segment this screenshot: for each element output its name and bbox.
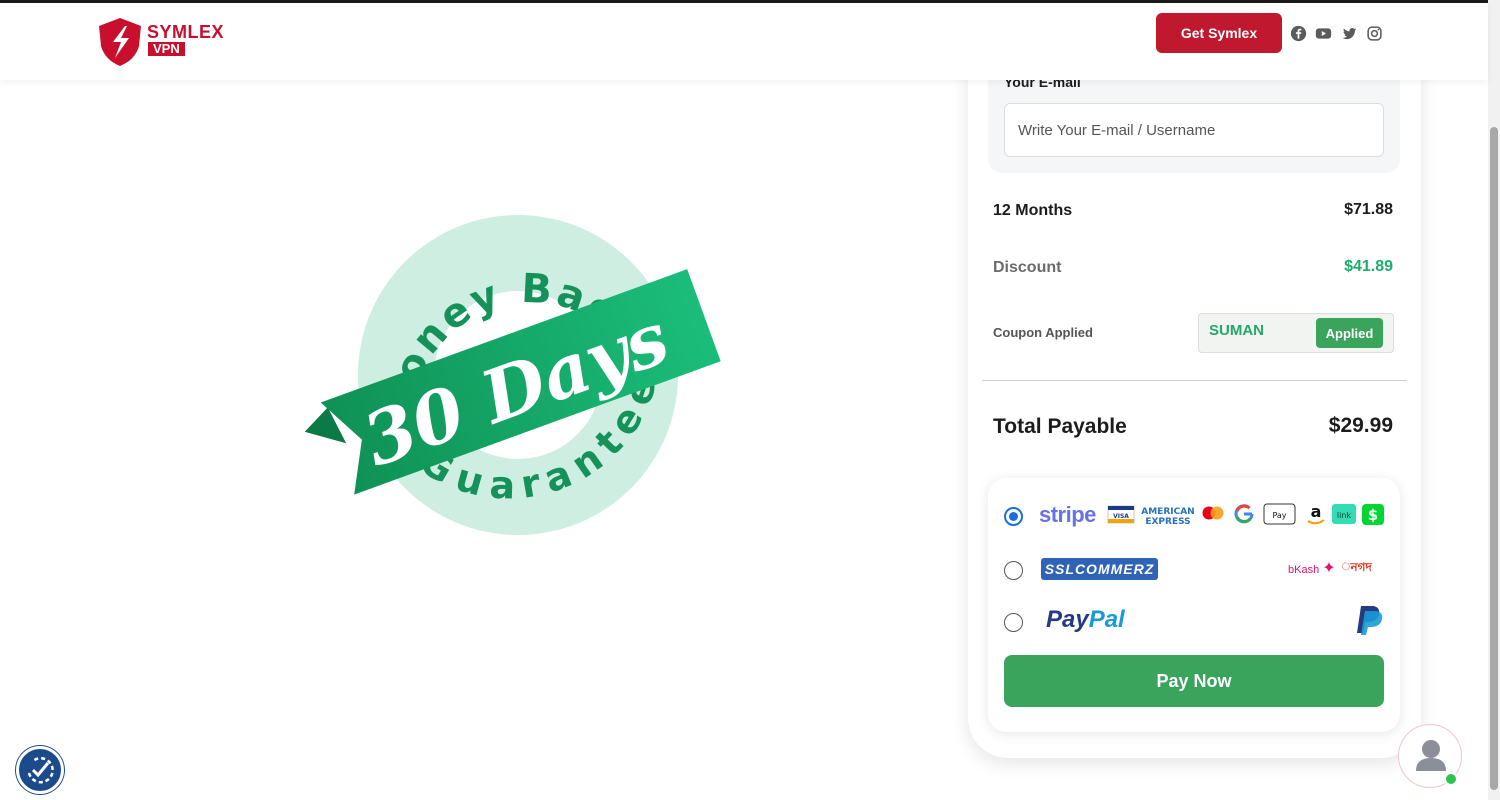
discount-value: $41.89 [1344,258,1393,275]
logo-line1: SYMLEX [147,22,225,42]
svg-text:EXPRESS: EXPRESS [1145,517,1190,527]
stripe-logo: stripe [1039,502,1096,527]
mastercard-icon [1202,506,1224,520]
sslcommerz-logo: SSLCOMMERZ [1041,558,1158,580]
svg-text:$: $ [1368,506,1378,524]
paypal-logo: PayPal [1046,606,1125,634]
divider [982,380,1407,381]
radio-stripe[interactable] [1004,507,1023,526]
svg-text:a: a [1311,502,1322,521]
svg-text:link: link [1337,511,1352,520]
coupon-label: Coupon Applied [993,325,1093,340]
plan-price: $71.88 [1344,201,1393,218]
cash-app-icon: $ [1362,504,1384,525]
plan-label: 12 Months [993,202,1073,219]
nagad-icon: ◌নগদ [1341,558,1372,579]
bkash-label: bKash [1288,564,1320,576]
bkash-icon: bKash ✦ [1288,558,1336,578]
discount-label: Discount [993,259,1062,276]
scrollbar-thumb[interactable] [1490,127,1498,790]
radio-paypal[interactable] [1004,613,1023,632]
paypal-icon [1357,606,1383,635]
logo-line2: VPN [148,42,185,56]
accessibility-button[interactable] [16,746,64,794]
coupon-applied-button[interactable]: Applied [1316,318,1383,348]
paypal-logo-part1: Pay [1046,606,1089,633]
email-input[interactable] [1004,103,1384,157]
nagad-swirl-icon: ◌ [1341,558,1351,575]
facebook-icon[interactable] [1290,25,1307,42]
apple-pay-icon: Pay [1263,503,1296,525]
instagram-icon[interactable] [1366,25,1383,42]
visa-icon: VISA [1107,505,1135,524]
google-pay-icon [1234,504,1254,524]
amazon-icon: a [1307,502,1325,525]
nagad-label: নগদ [1350,560,1372,574]
link-icon: link [1332,504,1356,524]
shield-icon [99,18,141,66]
total-value: $29.99 [1328,414,1393,437]
svg-text:VISA: VISA [1113,513,1129,520]
get-symlex-button[interactable]: Get Symlex [1156,13,1282,53]
symlex-logo[interactable]: SYMLEX VPN [95,16,225,68]
pay-now-button[interactable]: Pay Now [1004,655,1384,707]
site-header: SYMLEX VPN Get Symlex [0,3,1488,80]
bkash-bird-icon: ✦ [1322,560,1336,577]
online-status-dot [1444,772,1458,786]
total-label: Total Payable [993,415,1127,438]
paypal-logo-part2: Pal [1088,606,1125,633]
accessibility-icon [27,756,54,784]
twitter-icon[interactable] [1341,25,1358,42]
svg-text:Pay: Pay [1272,511,1286,520]
money-back-guarantee-badge: Money Back Guarantee 30 Days [305,215,721,544]
amex-icon: AMERICAN EXPRESS [1141,507,1194,527]
coupon-code: SUMAN [1209,322,1264,339]
youtube-icon[interactable] [1315,25,1332,42]
radio-sslcommerz[interactable] [1004,561,1023,580]
stripe-card-logos: VISA AMERICAN EXPRESS Pay a link $ [1107,502,1384,527]
svg-text:AMERICAN: AMERICAN [1141,507,1194,517]
